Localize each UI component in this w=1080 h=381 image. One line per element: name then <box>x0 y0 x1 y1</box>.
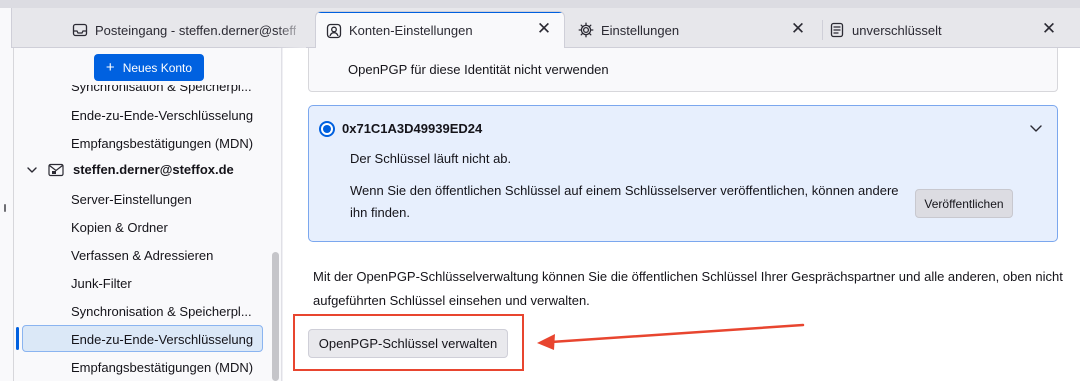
tab-title: Konten-Einstellungen <box>349 23 473 38</box>
tab-title: unverschlüsselt <box>852 22 942 38</box>
tab-settings[interactable]: Einstellungen ✕ <box>568 12 818 48</box>
sidebar-item-sync[interactable]: Synchronisation & Speicherpl... <box>71 304 252 319</box>
sidebar-item-junk[interactable]: Junk-Filter <box>71 276 132 291</box>
window-edge <box>0 8 12 48</box>
key-id: 0x71C1A3D49939ED24 <box>342 121 483 136</box>
tab-title: Posteingang - steffen.derner@steffox.d <box>95 22 296 38</box>
mail-account-icon <box>48 163 64 177</box>
plus-icon: + <box>105 59 115 76</box>
annotation-highlight-box <box>293 314 524 371</box>
sidebar-item-e2e-prev[interactable]: Ende-zu-Ende-Verschlüsselung <box>71 108 253 123</box>
account-name: steffen.derner@steffox.de <box>73 162 234 177</box>
chevron-down-icon[interactable] <box>1028 120 1044 136</box>
window-edge-left <box>0 48 14 381</box>
titlebar-strip <box>0 0 1080 8</box>
chevron-down-icon[interactable] <box>26 164 40 176</box>
key-option-card[interactable]: 0x71C1A3D49939ED24 Der Schlüssel läuft n… <box>308 105 1058 242</box>
gear-icon <box>578 22 594 38</box>
tab-title-fade <box>276 12 306 48</box>
selection-indicator <box>16 327 19 350</box>
tab-account-settings[interactable]: Konten-Einstellungen ✕ <box>315 11 565 49</box>
tab-unencrypted[interactable]: unverschlüsselt ✕ <box>819 12 1069 48</box>
sidebar-account[interactable]: steffen.derner@steffox.de <box>26 162 234 177</box>
no-openpgp-label: OpenPGP für diese Identität nicht verwen… <box>348 62 609 77</box>
edge-marker <box>4 204 6 212</box>
sidebar-item-server-settings[interactable]: Server-Einstellungen <box>71 192 192 207</box>
new-account-button[interactable]: + Neues Konto <box>94 54 204 81</box>
sidebar-item-copies-folders[interactable]: Kopien & Ordner <box>71 220 168 235</box>
sidebar-item-mdn[interactable]: Empfangsbestätigungen (MDN) <box>71 360 253 375</box>
new-account-label: Neues Konto <box>122 60 193 75</box>
sidebar-item-sync-partial[interactable]: Synchronisation & Speicherpl... <box>71 85 252 94</box>
sidebar-item-mdn-prev[interactable]: Empfangsbestätigungen (MDN) <box>71 136 253 151</box>
inbox-icon <box>72 22 88 38</box>
publish-button[interactable]: Veröffentlichen <box>915 189 1013 218</box>
radio-key-selected[interactable] <box>319 121 335 137</box>
tab-inbox[interactable]: Posteingang - steffen.derner@steffox.d <box>62 12 306 48</box>
e2e-settings-panel: OpenPGP für diese Identität nicht verwen… <box>283 48 1080 381</box>
key-expiry-text: Der Schlüssel läuft nicht ab. <box>350 151 512 166</box>
key-management-description: Mit der OpenPGP-Schlüsselverwaltung könn… <box>313 269 1063 308</box>
sidebar-scrollbar-thumb[interactable] <box>272 252 279 381</box>
sidebar-item-e2e-encryption[interactable]: Ende-zu-Ende-Verschlüsselung <box>71 332 253 347</box>
close-icon[interactable]: ✕ <box>1041 20 1057 37</box>
document-icon <box>829 22 845 38</box>
no-openpgp-option[interactable]: OpenPGP für diese Identität nicht verwen… <box>308 48 1058 92</box>
account-settings-icon <box>326 23 342 39</box>
account-sidebar: Synchronisation & Speicherpl... + Neues … <box>14 48 282 381</box>
tab-title: Einstellungen <box>601 22 680 38</box>
tab-strip: Posteingang - steffen.derner@steffox.d K… <box>0 0 1080 49</box>
publish-description: Wenn Sie den öffentlichen Schlüssel auf … <box>350 183 899 220</box>
annotation-arrow <box>537 323 805 350</box>
close-icon[interactable]: ✕ <box>790 20 806 37</box>
close-icon[interactable]: ✕ <box>536 20 552 37</box>
sidebar-item-composition[interactable]: Verfassen & Adressieren <box>71 248 213 263</box>
